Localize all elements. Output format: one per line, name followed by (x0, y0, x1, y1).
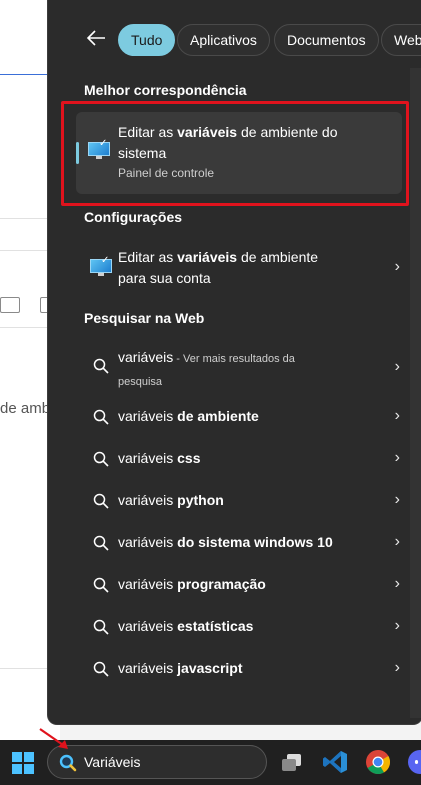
discord-icon[interactable] (406, 748, 421, 776)
search-icon (92, 357, 112, 377)
task-view-icon[interactable] (279, 748, 307, 776)
filter-chip-tudo[interactable]: Tudo (118, 24, 176, 56)
chrome-icon[interactable] (364, 748, 392, 776)
section-title-settings: Configurações (84, 209, 183, 225)
web-result-item[interactable]: variáveis estatísticas › (76, 608, 402, 648)
vscode-icon[interactable] (321, 748, 349, 776)
search-icon (92, 450, 112, 470)
chevron-right-icon[interactable]: › (395, 575, 400, 593)
web-result-label: variáveis javascript (118, 660, 243, 676)
chevron-right-icon[interactable]: › (395, 407, 400, 425)
chevron-right-icon[interactable]: › (395, 533, 400, 551)
settings-result-item[interactable]: ✓ Editar as variáveis de ambiente para s… (76, 246, 402, 292)
annotation-arrow-icon (39, 728, 68, 749)
highlight-annotation-box (61, 101, 409, 206)
search-icon (58, 753, 78, 773)
section-title-best-match: Melhor correspondência (84, 82, 247, 98)
back-arrow-icon[interactable] (85, 27, 109, 51)
chevron-right-icon[interactable]: › (395, 258, 400, 276)
scrollbar[interactable] (410, 68, 421, 718)
search-icon (92, 576, 112, 596)
web-result-label: variáveis programação (118, 576, 266, 592)
chevron-right-icon[interactable]: › (395, 358, 400, 376)
chevron-right-icon[interactable]: › (395, 659, 400, 677)
web-result-item[interactable]: variáveis do sistema windows 10 › (76, 524, 402, 564)
web-result-item[interactable]: variáveis de ambiente › (76, 398, 402, 438)
filter-chip-documentos[interactable]: Documentos (274, 24, 379, 56)
search-icon (92, 408, 112, 428)
background-text: de amb (0, 400, 51, 417)
web-result-label: variáveis css (118, 450, 201, 466)
web-result-label: variáveis de ambiente (118, 408, 259, 424)
settings-monitor-icon: ✓ (90, 256, 112, 277)
search-icon (92, 618, 112, 638)
section-title-web: Pesquisar na Web (84, 310, 205, 326)
chevron-right-icon[interactable]: › (395, 491, 400, 509)
filter-chip-web[interactable]: Web (381, 24, 421, 56)
start-search-panel: Tudo Aplicativos Documentos Web Melhor c… (47, 0, 421, 725)
web-result-label: variáveis estatísticas (118, 618, 254, 634)
windows-start-icon[interactable] (12, 752, 34, 774)
search-icon (92, 492, 112, 512)
web-result-item[interactable]: variáveis - Ver mais resultados da pesqu… (76, 346, 402, 392)
web-result-item[interactable]: variáveis python › (76, 482, 402, 522)
image-icon (0, 297, 20, 313)
web-result-label: variáveis - Ver mais resultados da pesqu… (118, 349, 295, 388)
search-icon (92, 660, 112, 680)
taskbar-search-input[interactable] (84, 752, 254, 772)
web-result-label: variáveis python (118, 492, 224, 508)
web-result-item[interactable]: variáveis programação › (76, 566, 402, 606)
search-icon (92, 534, 112, 554)
web-result-item[interactable]: variáveis css › (76, 440, 402, 480)
chevron-right-icon[interactable]: › (395, 449, 400, 467)
filter-chip-aplicativos[interactable]: Aplicativos (177, 24, 270, 56)
chevron-right-icon[interactable]: › (395, 617, 400, 635)
web-result-item[interactable]: variáveis javascript › (76, 650, 402, 690)
settings-result-title: Editar as variáveis de ambiente para sua… (118, 249, 319, 286)
web-result-label: variáveis do sistema windows 10 (118, 534, 333, 550)
taskbar-search-box[interactable] (47, 745, 267, 779)
